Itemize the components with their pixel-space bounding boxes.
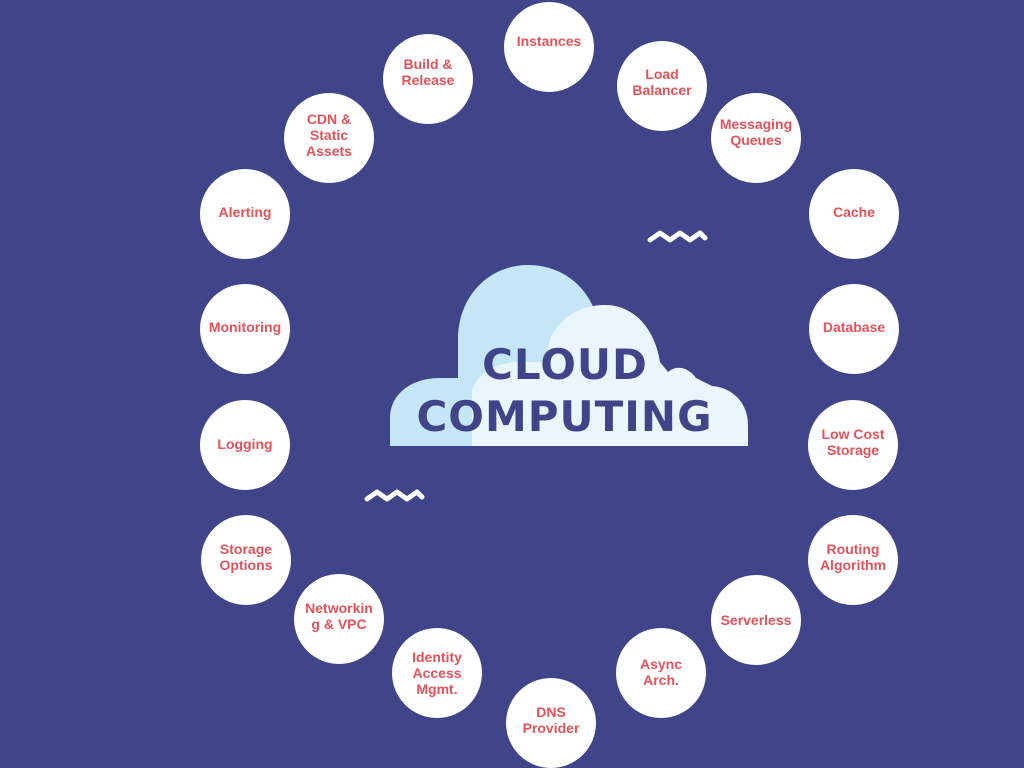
node-logging: Logging <box>200 400 290 490</box>
node-label: Identity Access Mgmt. <box>412 649 462 697</box>
node-database: Database <box>809 284 899 374</box>
node-alerting: Alerting <box>200 169 290 259</box>
node-routing-algorithm: Routing Algorithm <box>808 515 898 605</box>
node-label: Async Arch. <box>639 656 683 688</box>
node-label: Instances <box>516 33 582 49</box>
node-monitoring: Monitoring <box>200 284 290 374</box>
node-label: Logging <box>217 436 273 452</box>
node-networking-vpc: Networkin g & VPC <box>294 574 384 664</box>
node-label: CDN & Static Assets <box>306 111 352 159</box>
node-label: Load Balancer <box>632 66 692 98</box>
node-storage-options: Storage Options <box>201 515 291 605</box>
node-identity-access-mgmt: Identity Access Mgmt. <box>392 628 482 718</box>
node-label: Networkin g & VPC <box>305 600 373 632</box>
node-async-arch: Async Arch. <box>616 628 706 718</box>
node-cdn-static-assets: CDN & Static Assets <box>284 93 374 183</box>
node-label: DNS Provider <box>522 704 580 736</box>
node-cache: Cache <box>809 169 899 259</box>
node-label: Serverless <box>720 612 792 628</box>
node-load-balancer: Load Balancer <box>617 41 707 131</box>
title-line-1: CLOUD <box>482 340 648 389</box>
node-label: Cache <box>832 204 876 220</box>
node-label: Routing Algorithm <box>819 541 887 573</box>
wave-decoration-icon <box>364 489 425 502</box>
node-build-release: Build & Release <box>383 34 473 124</box>
node-low-cost-storage: Low Cost Storage <box>808 400 898 490</box>
node-messaging-queues: Messaging Queues <box>711 93 801 183</box>
wave-decoration-icon <box>647 230 708 243</box>
node-dns-provider: DNS Provider <box>506 678 596 768</box>
node-label: Low Cost Storage <box>821 426 885 458</box>
node-label: Build & Release <box>401 56 455 88</box>
node-label: Storage Options <box>219 541 273 573</box>
node-label: Alerting <box>218 204 272 220</box>
title-line-2: COMPUTING <box>416 392 713 441</box>
node-serverless: Serverless <box>711 575 801 665</box>
node-label: Database <box>822 319 886 335</box>
node-instances: Instances <box>504 2 594 92</box>
node-label: Monitoring <box>208 319 282 335</box>
node-label: Messaging Queues <box>719 116 793 148</box>
